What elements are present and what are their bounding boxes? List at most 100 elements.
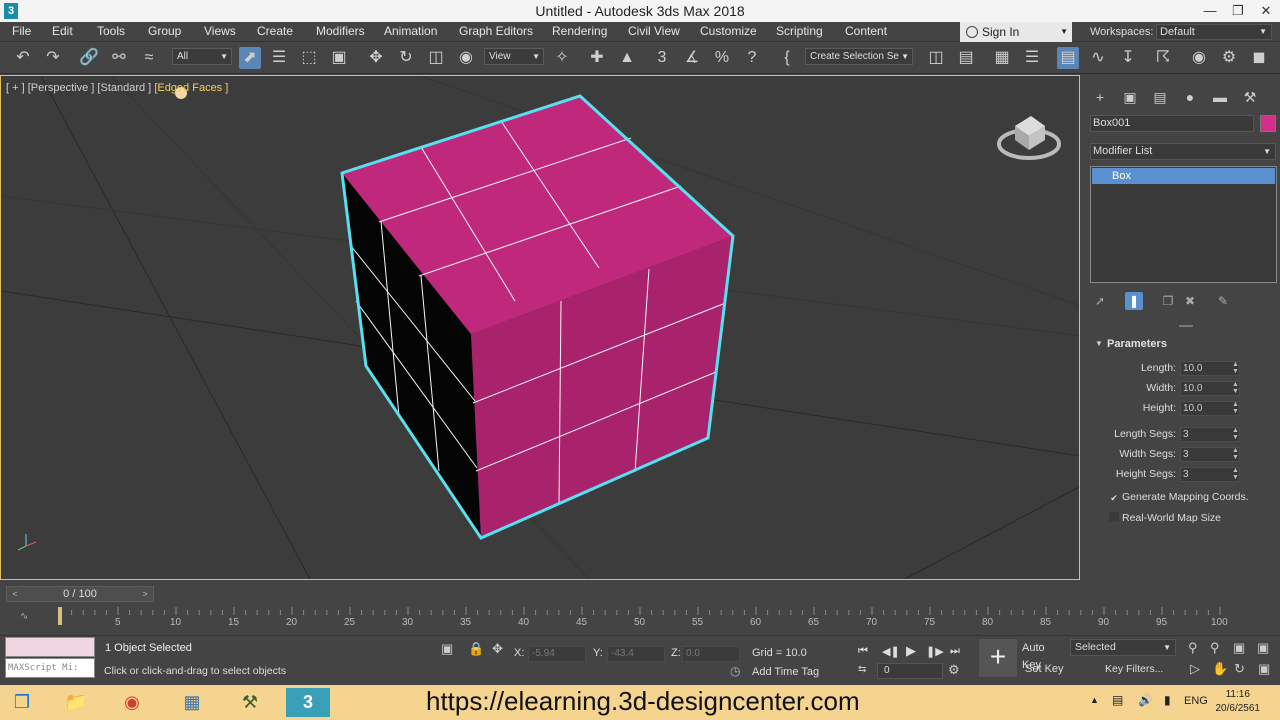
language-indicator[interactable]: ENG xyxy=(1184,695,1208,707)
key-filters-button[interactable]: Key Filters... xyxy=(1070,661,1176,678)
y-coordinate[interactable]: -43.4 xyxy=(607,646,665,662)
tray-overflow-icon[interactable]: ▲ xyxy=(1090,695,1099,705)
zoom-extents-icon[interactable]: ▣ xyxy=(1233,640,1245,656)
bind-space-warp-icon[interactable]: ≈ xyxy=(138,47,160,69)
spinner-snap-icon[interactable]: ? xyxy=(741,47,763,69)
sign-in-button[interactable]: Sign In ▼ xyxy=(960,22,1072,42)
spinner-icon[interactable]: ▲ ▼ xyxy=(1232,361,1239,375)
zoom-extents-all-icon[interactable]: ▣ xyxy=(1257,640,1269,656)
undo-icon[interactable]: ↶ xyxy=(12,47,34,69)
perspective-viewport[interactable]: [ + ] [Perspective ] [Standard ] [Edged … xyxy=(0,75,1080,580)
panel-splitter[interactable] xyxy=(1179,325,1193,327)
key-mode-toggle-icon[interactable]: ⇆ xyxy=(858,664,866,675)
zoom-icon[interactable]: ⚲ xyxy=(1188,640,1198,656)
remove-modifier-icon[interactable]: ✖ xyxy=(1181,292,1199,310)
percent-snap-icon[interactable]: % xyxy=(711,47,733,69)
parameters-rollout-title[interactable]: Parameters xyxy=(1107,338,1167,350)
time-configuration-icon[interactable]: ⚙ xyxy=(948,662,960,678)
viewport-shading[interactable]: [Standard ] xyxy=(97,82,151,94)
menu-graph-editors[interactable]: Graph Editors xyxy=(459,24,533,38)
place-icon[interactable]: ◉ xyxy=(455,47,477,69)
network-icon[interactable]: ▤ xyxy=(1112,693,1123,707)
menu-modifiers[interactable]: Modifiers xyxy=(316,24,365,38)
next-frame-icon[interactable]: > xyxy=(138,587,152,601)
create-tab-icon[interactable]: + xyxy=(1090,87,1110,107)
spinner-icon[interactable]: ▲ ▼ xyxy=(1232,427,1239,441)
field-of-view-icon[interactable]: ▷ xyxy=(1190,661,1200,677)
select-manipulate-icon[interactable]: ✚ xyxy=(586,47,608,69)
spinner-icon[interactable]: ▲ ▼ xyxy=(1232,401,1239,415)
time-slider[interactable]: < 0 / 100 > xyxy=(6,586,154,602)
mirror-icon[interactable]: ◫ xyxy=(925,47,947,69)
unlink-icon[interactable]: ⚯ xyxy=(108,47,130,69)
time-cursor[interactable] xyxy=(58,607,62,625)
pivot-center-icon[interactable]: ✧ xyxy=(551,47,573,69)
selection-filter-dropdown[interactable]: All ▼ xyxy=(172,48,232,65)
viewcube[interactable] xyxy=(997,104,1061,164)
reference-coord-dropdown[interactable]: View ▼ xyxy=(484,48,544,65)
maxscript-output[interactable] xyxy=(5,637,95,657)
menu-file[interactable]: File xyxy=(12,24,31,38)
file-explorer-icon[interactable]: 📁 xyxy=(56,688,96,717)
move-icon[interactable]: ✥ xyxy=(365,47,387,69)
set-key-big-button[interactable]: + xyxy=(979,639,1017,677)
spinner-icon[interactable]: ▲ ▼ xyxy=(1232,447,1239,461)
rectangular-selection-icon[interactable]: ⬚ xyxy=(298,47,320,69)
chrome-icon[interactable]: ◉ xyxy=(112,688,152,717)
ribbon-toggle-icon[interactable]: ▤ xyxy=(1057,47,1079,69)
app-tool-icon[interactable]: ⚒ xyxy=(230,688,270,717)
hierarchy-tab-icon[interactable]: ▤ xyxy=(1150,87,1170,107)
menu-rendering[interactable]: Rendering xyxy=(552,24,607,38)
param-width-segs-input[interactable]: 3 xyxy=(1180,447,1240,462)
viewport-menu-plus[interactable]: [ + ] xyxy=(6,82,25,94)
go-to-end-icon[interactable]: ⏭ xyxy=(950,645,960,658)
3dsmax-taskbar-icon[interactable]: 3 xyxy=(286,688,330,717)
rollout-collapse-icon[interactable]: ▼ xyxy=(1095,339,1103,348)
keyboard-shortcut-icon[interactable]: ▲ xyxy=(616,47,638,69)
show-end-result-icon[interactable]: ❚ xyxy=(1125,292,1143,310)
redo-icon[interactable]: ↷ xyxy=(42,47,64,69)
align-icon[interactable]: ▤ xyxy=(955,47,977,69)
maximize-icon[interactable]: ❐ xyxy=(1224,0,1252,22)
menu-content[interactable]: Content xyxy=(845,24,887,38)
param-width-input[interactable]: 10.0 xyxy=(1180,381,1240,396)
make-unique-icon[interactable]: ❐ xyxy=(1159,292,1177,310)
modifier-list-dropdown[interactable]: Modifier List ▼ xyxy=(1090,143,1276,160)
rotate-icon[interactable]: ↻ xyxy=(395,47,417,69)
close-icon[interactable]: ✕ xyxy=(1252,0,1280,22)
menu-views[interactable]: Views xyxy=(204,24,236,38)
menu-customize[interactable]: Customize xyxy=(700,24,757,38)
pan-view-icon[interactable]: ✋ xyxy=(1212,661,1228,677)
real-world-map-checkbox[interactable]: Real-World Map Size xyxy=(1109,512,1221,524)
workspaces-dropdown[interactable]: Default ▼ xyxy=(1156,24,1272,40)
utilities-tab-icon[interactable]: ⚒ xyxy=(1240,87,1260,107)
generate-mapping-checkbox[interactable]: ✔ Generate Mapping Coords. xyxy=(1109,491,1248,503)
menu-group[interactable]: Group xyxy=(148,24,181,38)
scale-icon[interactable]: ◫ xyxy=(425,47,447,69)
link-icon[interactable]: 🔗 xyxy=(78,47,100,69)
curve-editor-mini-icon[interactable]: ∿ xyxy=(20,611,28,622)
modify-tab-icon[interactable]: ▣ xyxy=(1120,87,1140,107)
add-time-tag[interactable]: Add Time Tag xyxy=(752,666,819,678)
configure-modifier-sets-icon[interactable]: ✎ xyxy=(1214,292,1232,310)
render-setup-icon[interactable]: ⚙ xyxy=(1218,47,1240,69)
motion-tab-icon[interactable]: ● xyxy=(1180,87,1200,107)
pin-stack-icon[interactable]: ➚ xyxy=(1091,292,1109,310)
maxscript-input[interactable]: MAXScript Mi: xyxy=(5,658,95,678)
battery-icon[interactable]: ▮ xyxy=(1164,693,1171,707)
menu-animation[interactable]: Animation xyxy=(384,24,437,38)
select-by-name-icon[interactable]: ☰ xyxy=(268,47,290,69)
menu-edit[interactable]: Edit xyxy=(52,24,73,38)
track-bar[interactable]: 5 10 15 20 25 30 35 40 45 50 55 60 65 70 75 80 85 90 95 100 xyxy=(48,607,1273,629)
schematic-view-icon[interactable]: ☈ xyxy=(1152,47,1174,69)
object-name-field[interactable]: Box001 xyxy=(1090,115,1254,132)
windows-start-icon[interactable]: ❒ xyxy=(2,688,42,717)
spinner-icon[interactable]: ▲ ▼ xyxy=(1232,381,1239,395)
viewport-point-of-view[interactable]: [Perspective ] xyxy=(28,82,95,94)
next-frame-button-icon[interactable]: ❚▶ xyxy=(926,645,944,658)
angle-snap-icon[interactable]: ∡ xyxy=(681,47,703,69)
param-length-input[interactable]: 10.0 xyxy=(1180,361,1240,376)
menu-scripting[interactable]: Scripting xyxy=(776,24,823,38)
previous-frame-icon[interactable]: ◀❚ xyxy=(882,645,900,658)
scene-explorer-icon[interactable]: ▦ xyxy=(991,47,1013,69)
